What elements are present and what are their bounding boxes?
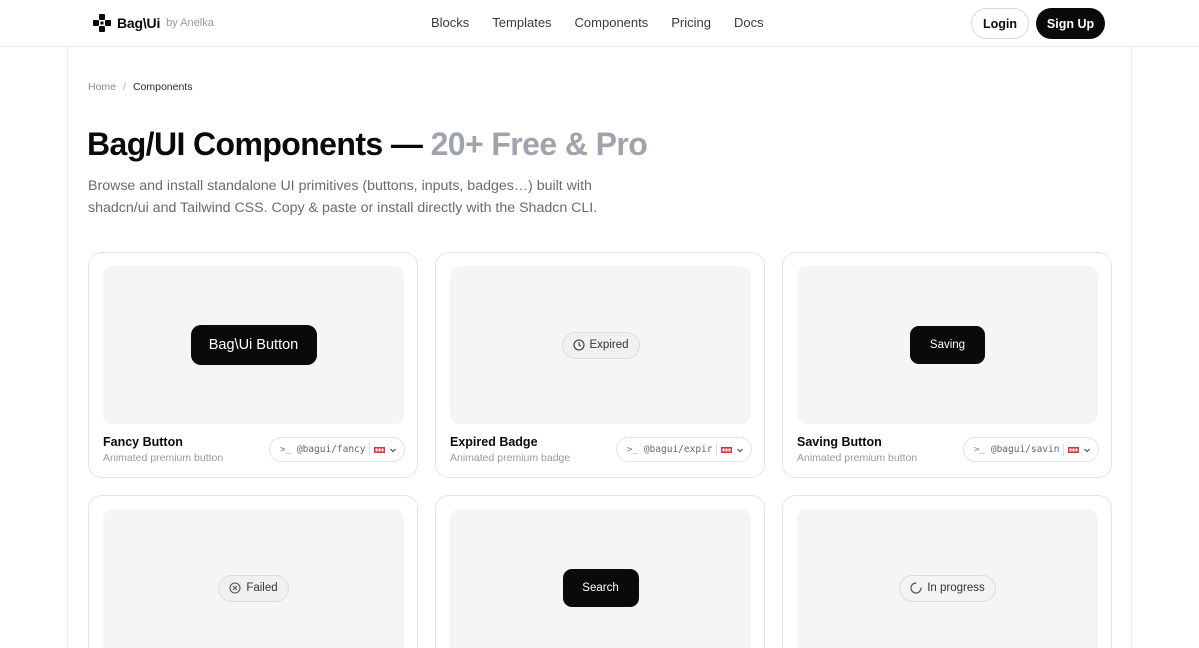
component-card-saving-button[interactable]: Saving Saving Button Animated premium bu… [782,252,1112,478]
top-navigation-bar: Bag\Ui by Anelka Blocks Templates Compon… [0,0,1199,47]
component-preview: Bag\Ui Button [103,266,404,424]
card-subtitle: Animated premium button [103,452,224,464]
failed-badge-demo[interactable]: Failed [218,574,289,602]
breadcrumb-separator: / [123,81,126,93]
chevron-down-icon[interactable] [736,446,744,454]
terminal-prompt-icon: >_ [627,444,638,455]
card-title: Expired Badge [450,435,538,449]
component-card-fancy-button[interactable]: Bag\Ui Button Fancy Button Animated prem… [88,252,418,478]
component-preview: In progress [797,509,1098,648]
breadcrumb-current: Components [132,81,193,93]
page-title: Bag/UI Components — 20+ Free & Pro [87,126,648,163]
x-circle-icon [229,582,241,594]
cli-install-command[interactable]: >_ @bagui/fancy-button [269,437,405,462]
npm-icon[interactable] [720,446,732,453]
nav-link-components[interactable]: Components [575,15,649,30]
saving-button-demo[interactable]: Saving [910,326,985,364]
brand-name: Bag\Ui [117,15,161,31]
page-title-highlight: 20+ Free & Pro [430,126,648,162]
cli-divider [1062,443,1064,456]
signup-button[interactable]: Sign Up [1036,8,1105,39]
nav-link-pricing[interactable]: Pricing [671,15,711,30]
chevron-down-icon[interactable] [1083,446,1091,454]
cli-command-text: @bagui/saving-button [990,444,1059,455]
breadcrumb: Home / Components [88,81,192,93]
frame-line-right [1131,0,1132,648]
component-preview: Expired [450,266,751,424]
card-subtitle: Animated premium button [797,452,918,464]
fancy-button-demo[interactable]: Bag\Ui Button [190,325,317,365]
chevron-down-icon[interactable] [389,446,397,454]
component-preview: Failed [103,509,404,648]
cli-divider [715,443,717,456]
breadcrumb-home-link[interactable]: Home [88,81,116,93]
brand[interactable]: Bag\Ui by Anelka [93,14,214,32]
component-preview: Search [450,509,751,648]
cli-command-text: @bagui/fancy-button [296,444,365,455]
page-description: Browse and install standalone UI primiti… [88,178,598,216]
cli-command-text: @bagui/expired-badge [643,444,712,455]
component-preview: Saving [797,266,1098,424]
terminal-prompt-icon: >_ [974,444,985,455]
brand-logo-icon [93,14,111,32]
nav-link-templates[interactable]: Templates [492,15,551,30]
component-card-search-button[interactable]: Search [435,495,765,648]
in-progress-badge-demo[interactable]: In progress [899,574,996,602]
component-card-failed-badge[interactable]: Failed [88,495,418,648]
search-button-demo[interactable]: Search [562,569,639,607]
badge-label: Expired [589,339,629,351]
badge-label: In progress [927,582,985,594]
cli-divider [368,443,370,456]
brand-byline: by Anelka [166,17,214,29]
nav-link-docs[interactable]: Docs [734,15,764,30]
card-subtitle: Animated premium badge [450,452,571,464]
login-button[interactable]: Login [971,8,1029,39]
frame-line-left [67,0,68,648]
badge-label: Failed [246,582,278,594]
component-card-in-progress-badge[interactable]: In progress [782,495,1112,648]
card-title: Saving Button [797,435,882,449]
terminal-prompt-icon: >_ [280,444,291,455]
component-card-expired-badge[interactable]: Expired Expired Badge Animated premium b… [435,252,765,478]
expired-badge-demo[interactable]: Expired [561,331,640,359]
cli-install-command[interactable]: >_ @bagui/saving-button [963,437,1099,462]
npm-icon[interactable] [1067,446,1079,453]
card-title: Fancy Button [103,435,183,449]
main-nav: Blocks Templates Components Pricing Docs [431,15,764,30]
cli-install-command[interactable]: >_ @bagui/expired-badge [616,437,752,462]
npm-icon[interactable] [373,446,385,453]
page-title-main: Bag/UI Components — [87,126,431,162]
spinner-icon [910,582,922,594]
nav-link-blocks[interactable]: Blocks [431,15,469,30]
clock-icon [572,339,585,351]
